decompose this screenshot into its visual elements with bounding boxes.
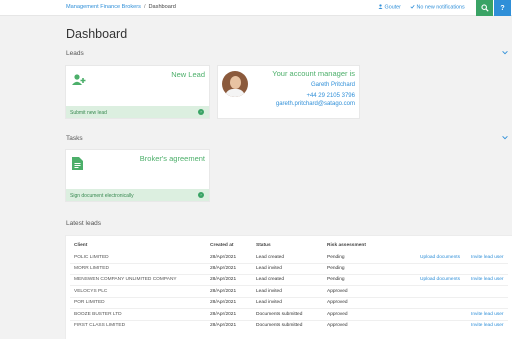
row-created: 28/Apr/2021 bbox=[210, 312, 237, 317]
row-risk: Pending bbox=[327, 255, 345, 260]
table-row[interactable]: POLIC LIMITED 28/Apr/2021 Lead created P… bbox=[66, 253, 512, 263]
column-created-at: Created at bbox=[210, 243, 234, 248]
breadcrumb: Management Finance Brokers / Dashboard bbox=[66, 4, 176, 10]
row-created: 28/Apr/2021 bbox=[210, 300, 237, 305]
notifications[interactable]: No new notifications bbox=[410, 4, 465, 11]
account-manager-phone[interactable]: +44 29 2105 3796 bbox=[306, 93, 355, 99]
chevron-down-icon bbox=[502, 135, 508, 140]
row-risk: Pending bbox=[327, 266, 345, 271]
row-risk: Approved bbox=[327, 323, 348, 328]
leads-collapse-toggle[interactable] bbox=[502, 50, 508, 57]
row-risk: Approved bbox=[327, 300, 348, 305]
upload-documents-link[interactable]: Upload documents bbox=[420, 255, 460, 260]
tasks-heading: Tasks bbox=[66, 135, 83, 142]
brokers-agreement-title: Broker's agreement bbox=[139, 154, 205, 163]
user-name: Gouter bbox=[384, 4, 401, 11]
invite-lead-user-link[interactable]: Invite lead user bbox=[471, 312, 504, 317]
column-risk-assessment: Risk assessment bbox=[327, 243, 366, 248]
brokers-agreement-card[interactable]: Broker's agreement Sign document electro… bbox=[66, 150, 209, 201]
account-manager-email[interactable]: gareth.pritchard@satago.com bbox=[276, 101, 355, 107]
row-status: Documents submitted bbox=[256, 323, 303, 328]
row-client: MENSWEN COMPANY UNLIMITED COMPANY bbox=[74, 277, 177, 282]
submit-new-lead-label: Submit new lead bbox=[70, 109, 107, 116]
table-row[interactable]: VELOCYS PLC 28/Apr/2021 Lead invited App… bbox=[66, 287, 512, 297]
new-lead-card[interactable]: New Lead Submit new lead › bbox=[66, 66, 209, 118]
row-status: Lead created bbox=[256, 255, 285, 260]
column-client: Client bbox=[74, 243, 88, 248]
row-risk: Pending bbox=[327, 277, 345, 282]
row-status: Lead invited bbox=[256, 289, 282, 294]
column-status: Status bbox=[256, 243, 271, 248]
upload-documents-link[interactable]: Upload documents bbox=[420, 277, 460, 282]
table-header: Client Created at Status Risk assessment bbox=[66, 241, 512, 251]
user-menu[interactable]: Gouter bbox=[378, 4, 401, 11]
leads-heading: Leads bbox=[66, 50, 84, 57]
help-icon: ? bbox=[500, 4, 505, 12]
account-manager-card: Your account manager is Gareth Pritchard… bbox=[218, 66, 359, 118]
check-icon bbox=[410, 4, 415, 9]
invite-lead-user-link[interactable]: Invite lead user bbox=[471, 255, 504, 260]
sign-document-link[interactable]: Sign document electronically › bbox=[66, 189, 209, 201]
submit-new-lead-link[interactable]: Submit new lead › bbox=[66, 106, 209, 118]
table-row[interactable]: MORR LIMITED 28/Apr/2021 Lead invited Pe… bbox=[66, 264, 512, 274]
tasks-collapse-toggle[interactable] bbox=[502, 135, 508, 142]
latest-leads-table: Client Created at Status Risk assessment… bbox=[66, 236, 512, 339]
add-user-icon bbox=[72, 73, 86, 91]
row-client: FIRST CLASS LIMITED bbox=[74, 323, 126, 328]
notifications-label: No new notifications bbox=[416, 4, 465, 11]
row-status: Documents submitted bbox=[256, 312, 303, 317]
search-icon bbox=[480, 4, 489, 12]
row-created: 28/Apr/2021 bbox=[210, 289, 237, 294]
row-status: Lead created bbox=[256, 277, 285, 282]
arrow-right-icon: › bbox=[198, 109, 204, 115]
table-row[interactable]: BOOZE BUSTER LTD 28/Apr/2021 Documents s… bbox=[66, 310, 512, 320]
arrow-right-icon: › bbox=[198, 192, 204, 198]
breadcrumb-link-broker[interactable]: Management Finance Brokers bbox=[66, 4, 141, 10]
table-row[interactable]: MENSWEN COMPANY UNLIMITED COMPANY 28/Apr… bbox=[66, 275, 512, 285]
sign-document-label: Sign document electronically bbox=[70, 192, 134, 199]
account-manager-title: Your account manager is bbox=[272, 69, 355, 78]
search-button[interactable] bbox=[476, 0, 493, 16]
breadcrumb-current: Dashboard bbox=[148, 4, 176, 10]
invite-lead-user-link[interactable]: Invite lead user bbox=[471, 277, 504, 282]
row-created: 28/Apr/2021 bbox=[210, 255, 237, 260]
row-client: POLIC LIMITED bbox=[74, 255, 109, 260]
new-lead-title: New Lead bbox=[171, 70, 205, 79]
breadcrumb-separator: / bbox=[143, 4, 146, 10]
row-client: POR LIMITED bbox=[74, 300, 105, 305]
row-client: VELOCYS PLC bbox=[74, 289, 108, 294]
row-created: 28/Apr/2021 bbox=[210, 277, 237, 282]
row-client: BOOZE BUSTER LTD bbox=[74, 312, 122, 317]
table-row[interactable]: FIRST CLASS LIMITED 28/Apr/2021 Document… bbox=[66, 321, 512, 331]
help-button[interactable]: ? bbox=[494, 0, 511, 16]
row-created: 28/Apr/2021 bbox=[210, 266, 237, 271]
account-manager-name: Gareth Pritchard bbox=[310, 82, 355, 88]
row-status: Lead invited bbox=[256, 300, 282, 305]
row-status: Lead invited bbox=[256, 266, 282, 271]
latest-leads-heading: Latest leads bbox=[66, 220, 102, 227]
chevron-down-icon bbox=[502, 50, 508, 55]
row-created: 28/Apr/2021 bbox=[210, 323, 237, 328]
page-title: Dashboard bbox=[66, 27, 128, 41]
user-icon bbox=[378, 4, 383, 9]
row-client: MORR LIMITED bbox=[74, 266, 109, 271]
table-row[interactable]: POR LIMITED 28/Apr/2021 Lead invited App… bbox=[66, 298, 512, 308]
document-icon bbox=[72, 157, 83, 175]
row-risk: Approved bbox=[327, 312, 348, 317]
avatar bbox=[222, 71, 248, 97]
invite-lead-user-link[interactable]: Invite lead user bbox=[471, 323, 504, 328]
top-bar: Management Finance Brokers / Dashboard Gou… bbox=[0, 0, 512, 16]
row-risk: Approved bbox=[327, 289, 348, 294]
